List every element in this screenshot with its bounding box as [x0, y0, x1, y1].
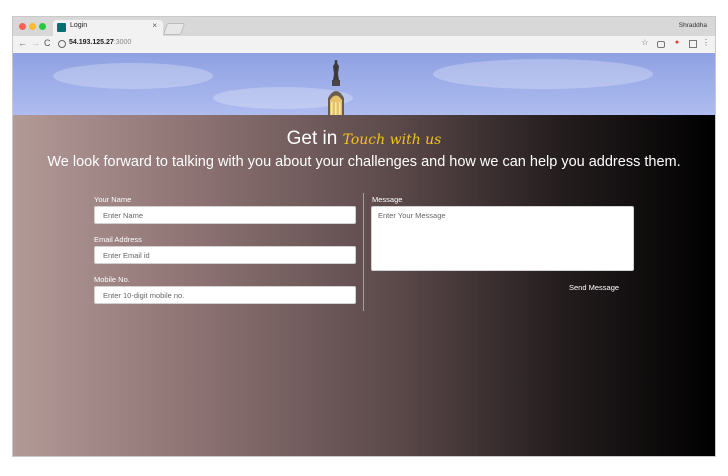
email-label: Email Address [94, 235, 142, 244]
name-label: Your Name [94, 195, 132, 204]
page-content: Get in Touch with us We look forward to … [13, 53, 715, 456]
mobile-input[interactable] [94, 286, 356, 304]
camera-icon[interactable] [657, 41, 665, 48]
minimize-window-button[interactable] [29, 23, 36, 30]
message-input[interactable] [371, 206, 634, 271]
tab-close-button[interactable]: × [152, 21, 157, 30]
close-window-button[interactable] [19, 23, 26, 30]
browser-window: Login × Shraddha ← → C 54.193.125.27:300… [13, 17, 715, 456]
forward-button[interactable]: → [31, 38, 40, 48]
statue-icon [328, 60, 344, 115]
message-label: Message [372, 195, 403, 204]
contact-section: Get in Touch with us We look forward to … [13, 115, 715, 456]
page-subtitle: We look forward to talking with you abou… [47, 154, 681, 170]
page-title: Get in Touch with us [13, 128, 715, 150]
tab-bar: Login × Shraddha [13, 17, 715, 36]
tab-login[interactable]: Login × [53, 20, 163, 36]
favicon-icon [57, 23, 66, 32]
profile-name[interactable]: Shraddha [679, 22, 707, 29]
window-icon[interactable] [689, 40, 697, 48]
title-script: Touch with us [342, 132, 442, 148]
address-bar[interactable]: 54.193.125.27:3000 [69, 39, 131, 46]
menu-icon[interactable]: ⋮ [702, 39, 710, 47]
url-port: :3000 [113, 39, 132, 46]
star-icon[interactable]: ☆ [641, 39, 649, 47]
column-divider [363, 193, 364, 311]
title-main: Get in [286, 128, 338, 149]
extension-icon[interactable]: ● [673, 39, 681, 47]
tab-title: Login [70, 22, 88, 29]
maximize-window-button[interactable] [39, 23, 46, 30]
email-input[interactable] [94, 246, 356, 264]
site-info-icon[interactable] [58, 40, 66, 48]
back-button[interactable]: ← [18, 38, 27, 48]
send-message-button[interactable]: Send Message [569, 283, 619, 292]
name-input[interactable] [94, 206, 356, 224]
reload-button[interactable]: C [44, 38, 51, 48]
new-tab-button[interactable] [162, 23, 186, 35]
mobile-label: Mobile No. [94, 275, 130, 284]
browser-toolbar: ← → C 54.193.125.27:3000 ☆ ● ⋮ [13, 36, 715, 54]
url-host: 54.193.125.27 [69, 39, 114, 46]
banner-image [13, 53, 715, 115]
